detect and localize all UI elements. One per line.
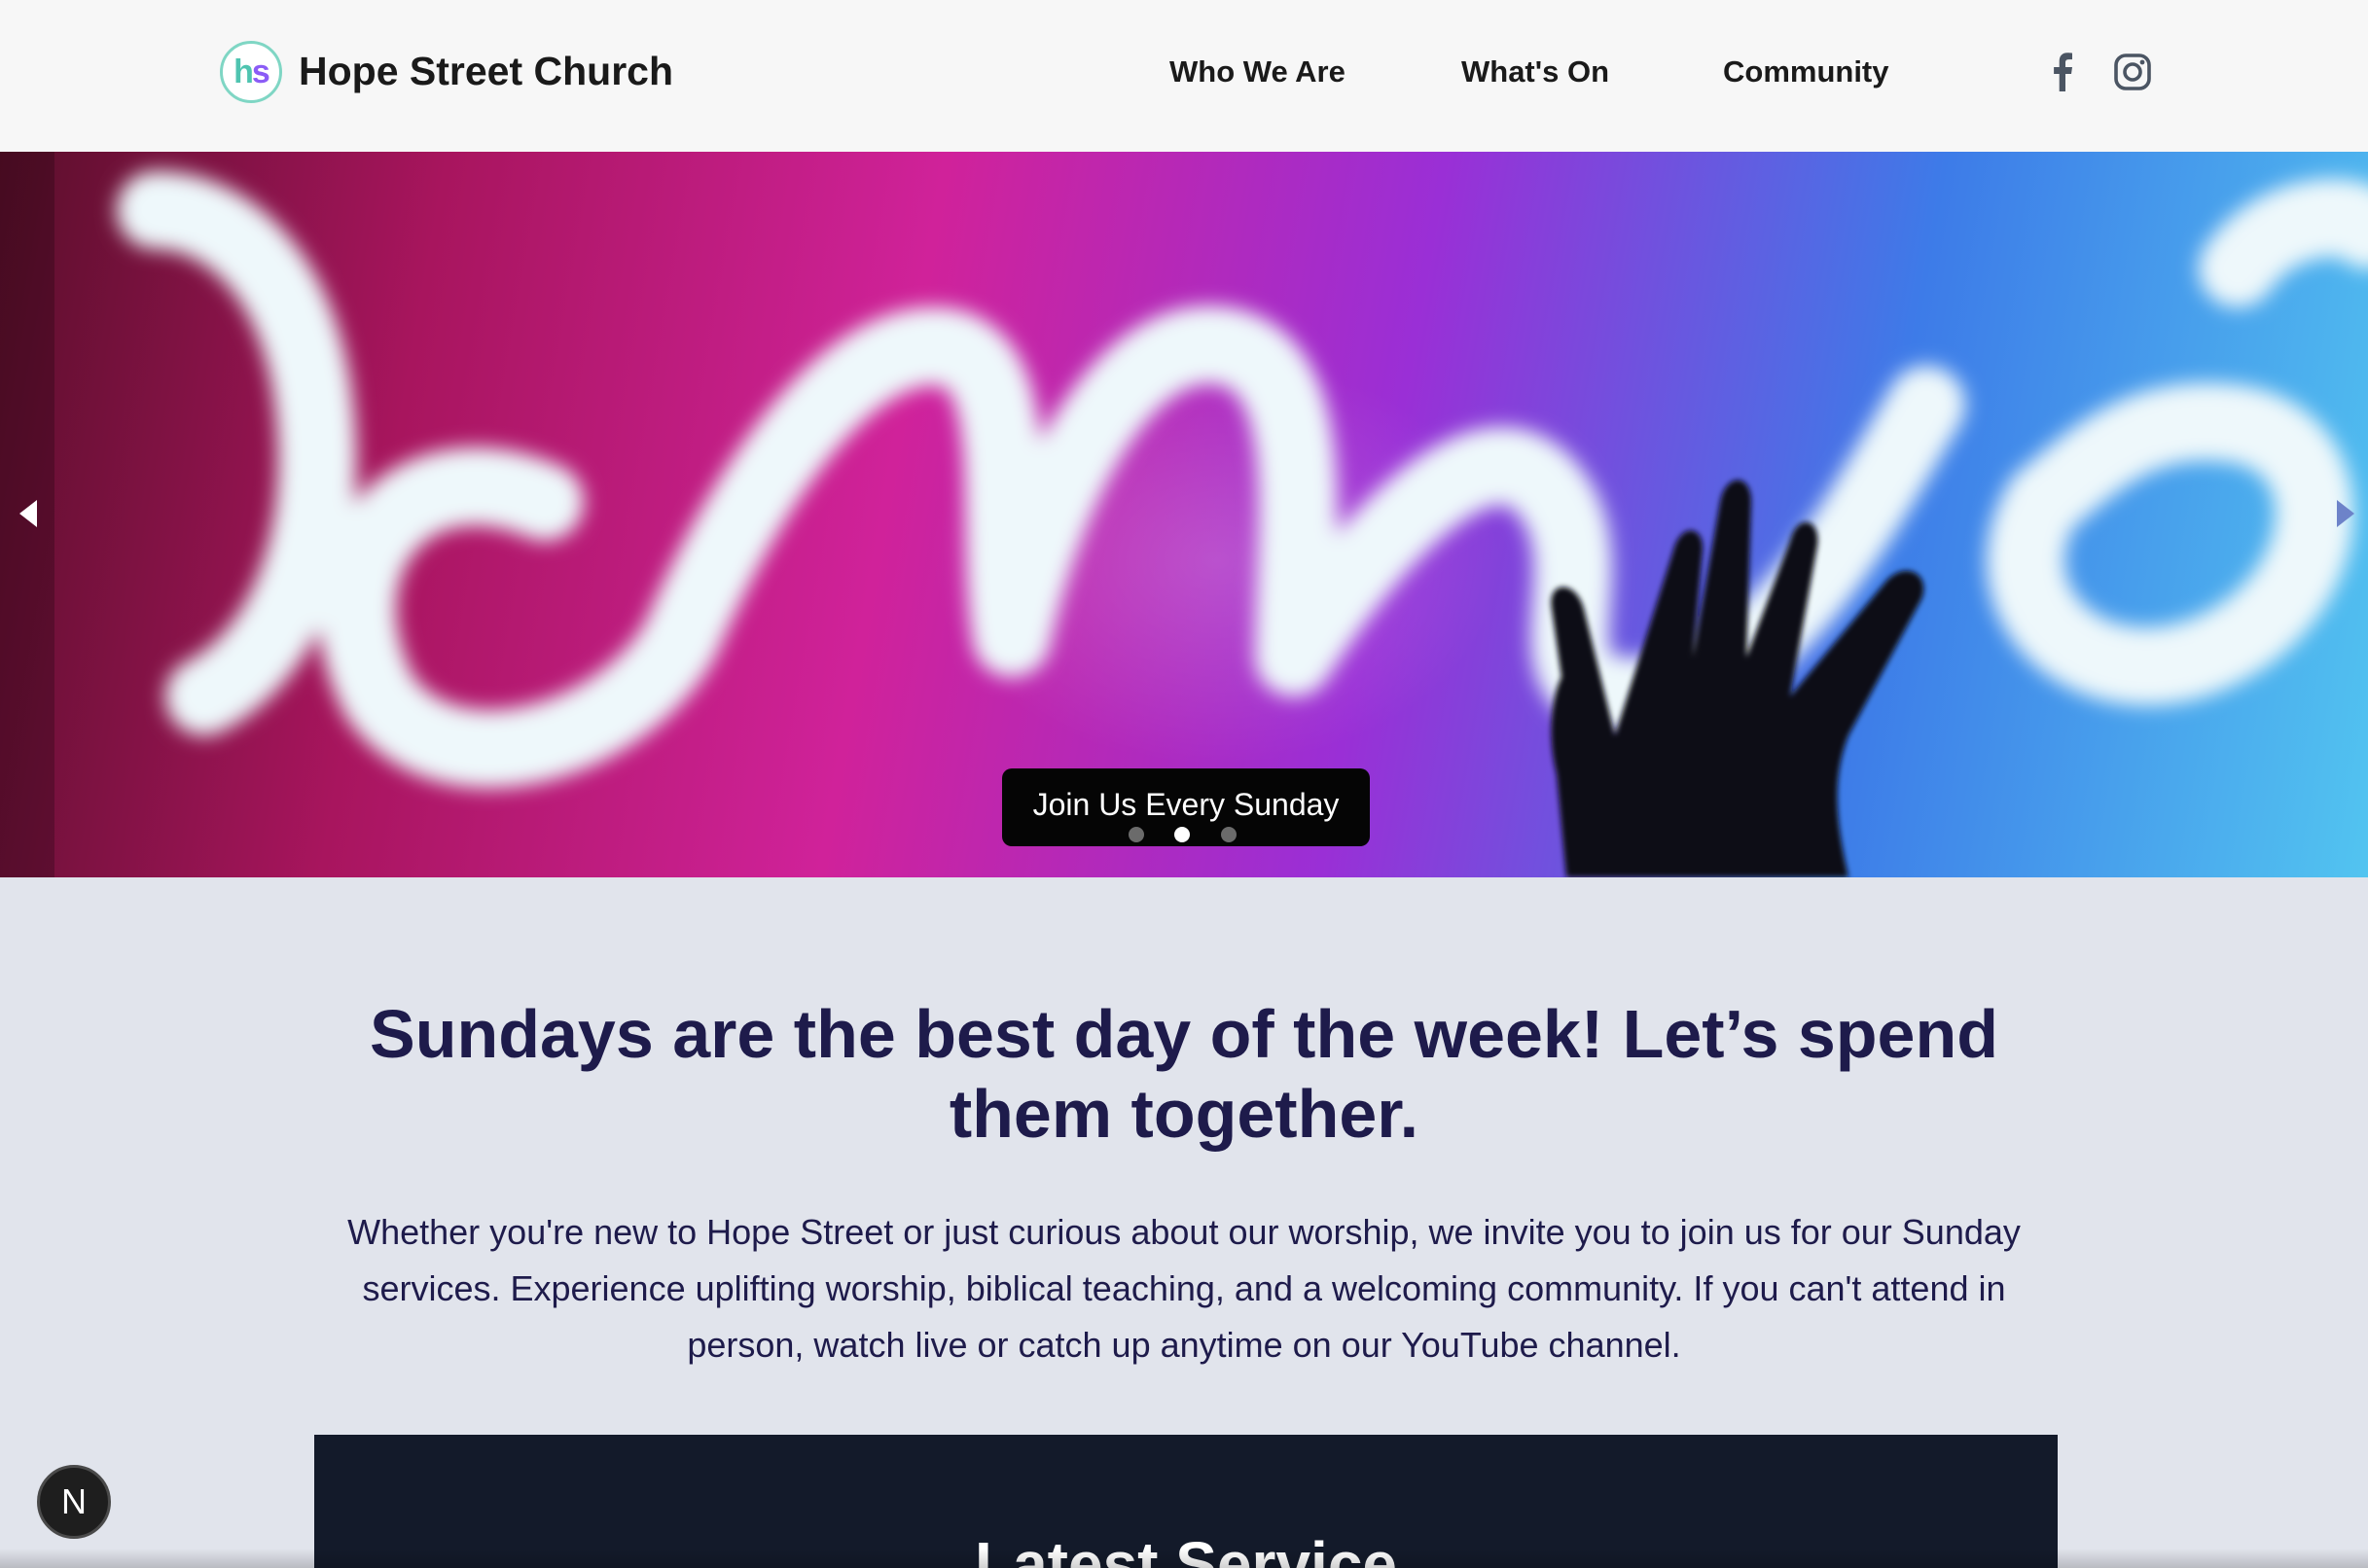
site-header: hs Hope Street Church Who We Are What's … bbox=[0, 0, 2368, 152]
carousel-next-button[interactable] bbox=[2325, 490, 2364, 537]
logo-letter-h: h bbox=[233, 53, 254, 90]
triangle-left-icon bbox=[19, 500, 37, 527]
church-logo[interactable]: hs bbox=[220, 41, 282, 103]
carousel-indicators bbox=[1129, 827, 1245, 846]
logo-letter-s: s bbox=[251, 53, 270, 90]
carousel-dot-3[interactable] bbox=[1221, 827, 1237, 842]
nav-community[interactable]: Community bbox=[1723, 54, 1889, 89]
carousel-prev-button[interactable] bbox=[10, 490, 49, 537]
dev-tools-badge[interactable]: N bbox=[37, 1465, 111, 1539]
carousel-dot-2-active[interactable] bbox=[1174, 827, 1190, 842]
intro-paragraph: Whether you're new to Hope Street or jus… bbox=[347, 1212, 2021, 1365]
viewport-bottom-shadow bbox=[0, 1549, 2368, 1568]
hero-carousel: Join Us Every Sunday bbox=[0, 152, 2368, 877]
triangle-right-icon bbox=[2337, 500, 2354, 527]
facebook-icon[interactable] bbox=[2039, 49, 2086, 95]
nav-whats-on[interactable]: What's On bbox=[1461, 54, 1609, 89]
site-title[interactable]: Hope Street Church bbox=[299, 49, 673, 94]
instagram-icon[interactable] bbox=[2109, 49, 2156, 95]
nav-who-we-are[interactable]: Who We Are bbox=[1169, 54, 1345, 89]
page-headline: Sundays are the best day of the week! Le… bbox=[370, 996, 1998, 1152]
carousel-dot-1[interactable] bbox=[1129, 827, 1144, 842]
